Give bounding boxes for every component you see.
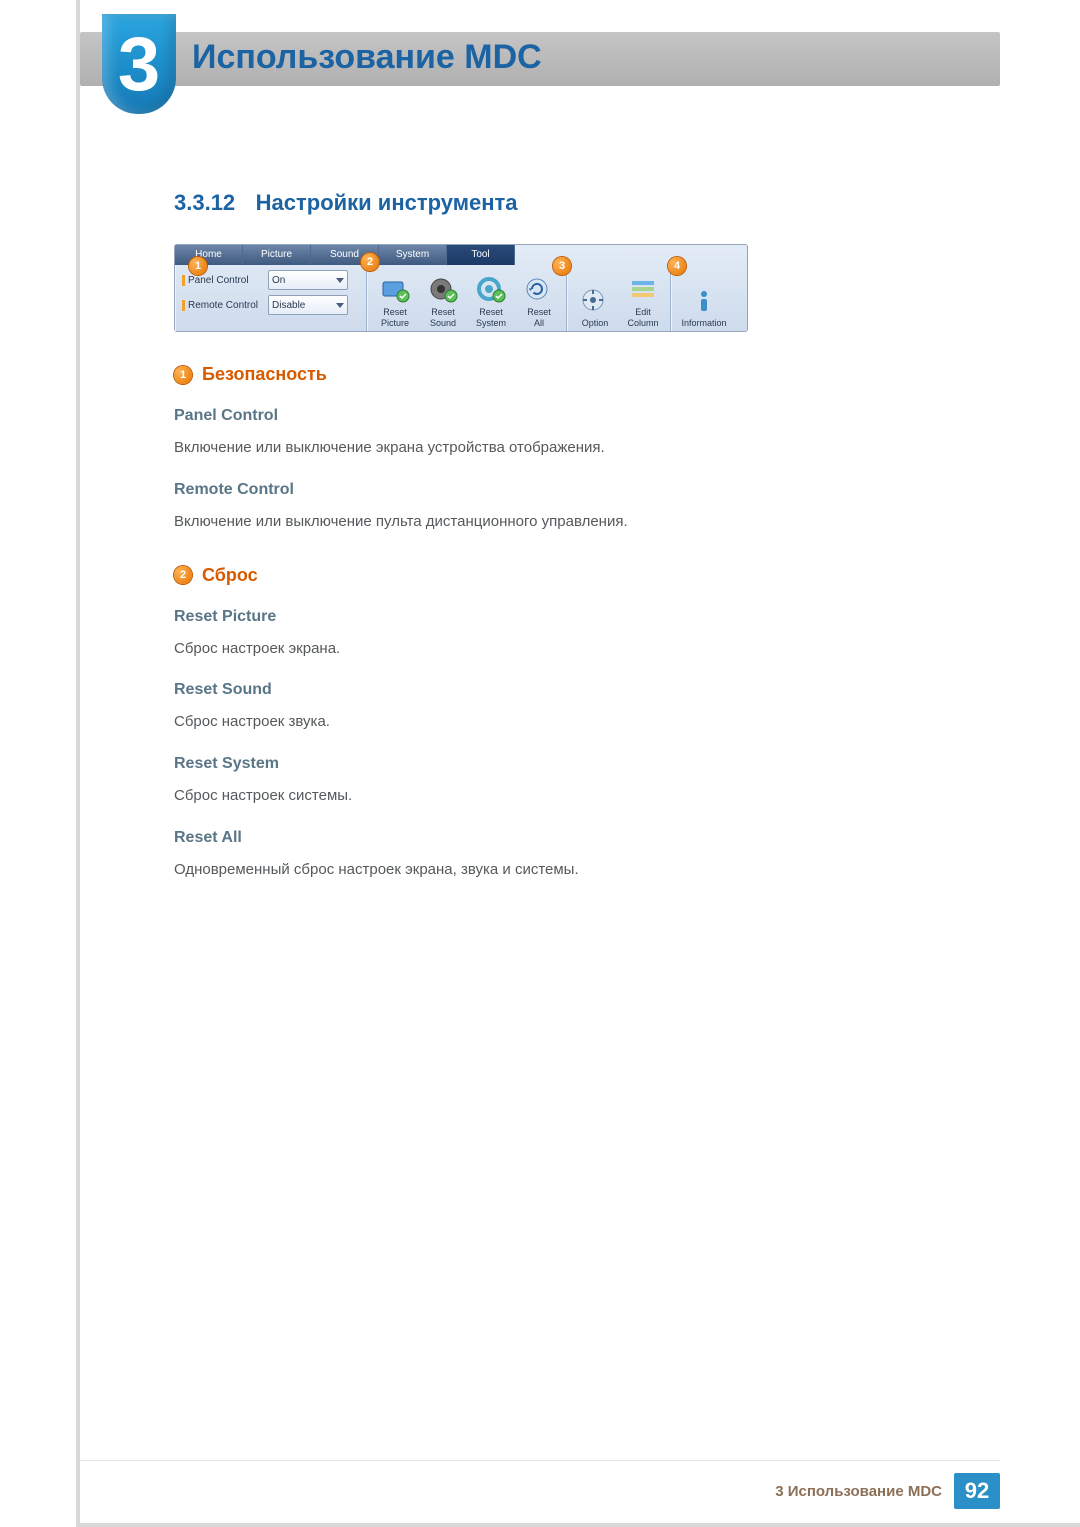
group-tools-2: Information — [671, 265, 736, 331]
remote-control-text: Включение или выключение пульта дистанци… — [174, 511, 934, 533]
tab-home[interactable]: Home — [175, 245, 243, 265]
row-marker — [182, 300, 185, 311]
security-panel: Panel Control On Remote Control Disable — [179, 267, 363, 329]
bullet-2-title: Сброс — [202, 565, 258, 586]
panel-control-value: On — [272, 275, 285, 286]
document-page: 3 Использование MDC 3.3.12 Настройки инс… — [0, 0, 1080, 1527]
sub-section-2: 2 Сброс — [174, 565, 934, 586]
chapter-badge: 3 — [102, 14, 176, 114]
edit-column-button[interactable]: EditColumn — [619, 267, 667, 329]
reset-system-label: ResetSystem — [476, 307, 506, 329]
reset-all-text: Одновременный сброс настроек экрана, зву… — [174, 859, 934, 881]
group-reset: ResetPicture ResetSound ResetSystem Rese… — [367, 265, 567, 331]
chevron-down-icon — [336, 303, 344, 308]
callout-3: 3 — [553, 257, 571, 275]
reset-all-icon — [524, 276, 554, 304]
sub-section-1: 1 Безопасность — [174, 364, 934, 385]
reset-picture-heading: Reset Picture — [174, 608, 934, 626]
reset-picture-text: Сброс настроек экрана. — [174, 638, 934, 660]
content-area: 3.3.12 Настройки инструмента Home Pictur… — [174, 190, 934, 881]
remote-control-select[interactable]: Disable — [268, 295, 348, 315]
reset-picture-icon — [380, 276, 410, 304]
reset-picture-label: ResetPicture — [381, 307, 409, 329]
callout-2: 2 — [361, 253, 379, 271]
footer-chapter-text: 3 Использование MDC — [775, 1483, 942, 1500]
reset-system-text: Сброс настроек системы. — [174, 785, 934, 807]
section-heading: 3.3.12 Настройки инструмента — [174, 190, 934, 216]
reset-system-icon — [476, 276, 506, 304]
reset-sound-text: Сброс настроек звука. — [174, 711, 934, 733]
bullet-2-icon: 2 — [174, 566, 192, 584]
section-title: Настройки инструмента — [256, 190, 518, 215]
reset-sound-label: ResetSound — [430, 307, 456, 329]
frame-left — [76, 0, 80, 1527]
callout-4: 4 — [668, 257, 686, 275]
tab-picture[interactable]: Picture — [243, 245, 311, 265]
panel-control-row: Panel Control On — [182, 270, 360, 290]
information-label: Information — [681, 318, 726, 329]
callout-1: 1 — [189, 257, 207, 275]
footer-rule — [80, 1460, 1000, 1461]
reset-all-button[interactable]: ResetAll — [515, 267, 563, 329]
tab-tool[interactable]: Tool — [447, 245, 515, 265]
bullet-1-icon: 1 — [174, 366, 192, 384]
page-number: 92 — [954, 1473, 1000, 1509]
tab-system[interactable]: System — [379, 245, 447, 265]
information-icon — [689, 287, 719, 315]
remote-control-value: Disable — [272, 300, 305, 311]
panel-control-text: Включение или выключение экрана устройст… — [174, 437, 934, 459]
option-label: Option — [582, 318, 609, 329]
mdc-toolbar-screenshot: Home Picture Sound System Tool Panel Con… — [174, 244, 748, 332]
reset-sound-button[interactable]: ResetSound — [419, 267, 467, 329]
remote-control-label: Remote Control — [188, 300, 268, 311]
reset-picture-button[interactable]: ResetPicture — [371, 267, 419, 329]
chapter-title: Использование MDC — [192, 38, 542, 77]
edit-column-icon — [628, 276, 658, 304]
reset-system-button[interactable]: ResetSystem — [467, 267, 515, 329]
panel-control-heading: Panel Control — [174, 407, 934, 425]
reset-sound-heading: Reset Sound — [174, 681, 934, 699]
page-footer: 3 Использование MDC 92 — [80, 1473, 1000, 1509]
toolbar-tabs: Home Picture Sound System Tool — [175, 245, 747, 265]
reset-all-label: ResetAll — [527, 307, 551, 329]
chevron-down-icon — [336, 278, 344, 283]
remote-control-heading: Remote Control — [174, 481, 934, 499]
reset-sound-icon — [428, 276, 458, 304]
toolbar-body: Panel Control On Remote Control Disable — [175, 265, 747, 331]
bullet-1-title: Безопасность — [202, 364, 327, 385]
row-marker — [182, 275, 185, 286]
frame-bottom — [76, 1523, 1080, 1527]
reset-all-heading: Reset All — [174, 829, 934, 847]
remote-control-row: Remote Control Disable — [182, 295, 360, 315]
option-icon — [580, 287, 610, 315]
panel-control-label: Panel Control — [188, 275, 268, 286]
group-tools-1: Option EditColumn — [567, 265, 671, 331]
section-number: 3.3.12 — [174, 190, 235, 215]
option-button[interactable]: Option — [571, 267, 619, 329]
edit-column-label: EditColumn — [627, 307, 658, 329]
reset-system-heading: Reset System — [174, 755, 934, 773]
information-button[interactable]: Information — [675, 267, 733, 329]
group-security: Panel Control On Remote Control Disable — [175, 265, 367, 331]
panel-control-select[interactable]: On — [268, 270, 348, 290]
